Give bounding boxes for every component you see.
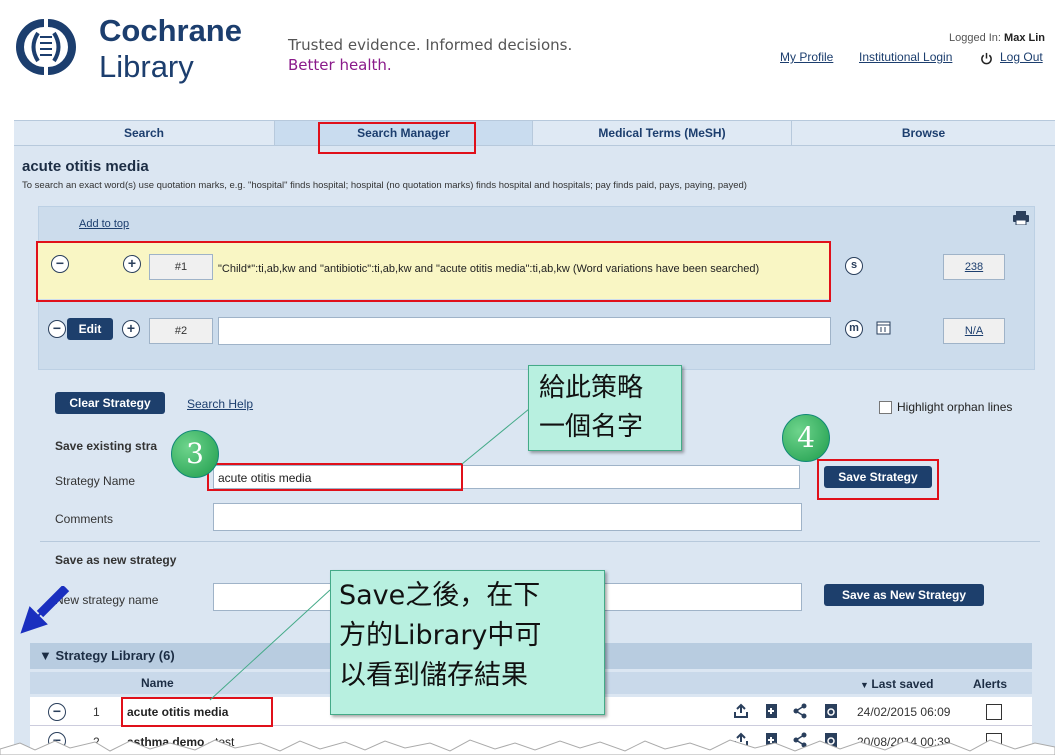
add-to-top-link[interactable]: Add to top	[79, 218, 129, 230]
run-icon[interactable]	[823, 703, 839, 719]
export-icon[interactable]	[733, 703, 749, 719]
comments-input[interactable]	[213, 503, 802, 531]
tagline: Trusted evidence. Informed decisions.	[288, 36, 573, 54]
edit-line-button[interactable]: Edit	[67, 318, 113, 340]
section-divider	[40, 541, 1040, 542]
column-last-saved-label: Last saved	[871, 677, 934, 691]
institutional-login-link[interactable]: Institutional Login	[859, 50, 952, 64]
callout-name-strategy: 給此策略 一個名字	[528, 365, 682, 451]
strategy-library-title[interactable]: ▼ Strategy Library (6)	[39, 648, 175, 663]
brand-name: Cochrane	[99, 13, 242, 48]
save-new-heading: Save as new strategy	[55, 553, 177, 567]
highlight-save-strategy	[817, 459, 939, 500]
callout-save-result: Save之後，在下 方的Library中可 以看到儲存結果	[330, 570, 605, 715]
tagline-secondary: Better health.	[288, 56, 392, 74]
last-saved-date: 24/02/2015 06:09	[857, 705, 951, 719]
insert-line-button[interactable]: +	[122, 320, 140, 338]
power-icon[interactable]	[980, 52, 993, 65]
line-number: #2	[149, 318, 213, 344]
highlight-orphan-checkbox[interactable]	[879, 401, 892, 414]
highlight-search-manager-tab	[318, 122, 476, 154]
save-as-new-strategy-button[interactable]: Save as New Strategy	[824, 584, 984, 606]
share-icon[interactable]	[792, 703, 808, 719]
blue-arrow-icon	[20, 586, 70, 634]
alert-checkbox[interactable]	[986, 704, 1002, 720]
query-title: acute otitis media	[22, 158, 149, 175]
save-existing-heading: Save existing stra	[55, 439, 158, 453]
highlight-search-line	[36, 241, 831, 302]
column-name[interactable]: Name	[141, 676, 174, 690]
search-help-link[interactable]: Search Help	[187, 397, 253, 411]
line-query-input[interactable]	[218, 317, 831, 345]
highlight-orphan-label: Highlight orphan lines	[897, 400, 1013, 414]
comments-label: Comments	[55, 512, 114, 526]
delete-strategy-button[interactable]: −	[48, 703, 66, 721]
new-strategy-name-label: New strategy name	[55, 593, 159, 607]
highlight-strategy-name	[207, 463, 463, 491]
remove-line-button[interactable]: −	[48, 320, 66, 338]
column-last-saved[interactable]: ▼ Last saved	[860, 677, 933, 691]
column-alerts: Alerts	[973, 677, 1008, 691]
collapse-triangle-icon: ▼	[39, 648, 56, 663]
tab-browse[interactable]: Browse	[792, 121, 1055, 145]
torn-edge	[0, 739, 1055, 755]
sort-down-icon: ▼	[860, 680, 872, 690]
step-4-badge: 4	[782, 414, 830, 462]
logged-in-user: Max Lin	[1004, 32, 1045, 44]
log-out-link[interactable]: Log Out	[1000, 50, 1043, 64]
tab-medical-terms[interactable]: Medical Terms (MeSH)	[533, 121, 792, 145]
step-3-badge: 3	[171, 430, 219, 478]
query-hint: To search an exact word(s) use quotation…	[22, 180, 747, 191]
copy-icon[interactable]	[763, 703, 779, 719]
search-limits-icon[interactable]: s	[845, 257, 863, 275]
mesh-icon[interactable]: m	[845, 320, 863, 338]
line-result-count[interactable]: N/A	[943, 318, 1005, 344]
logged-in-prefix: Logged In:	[948, 32, 1001, 44]
logged-in-status: Logged In: Max Lin	[949, 32, 1045, 44]
clear-strategy-button[interactable]: Clear Strategy	[55, 392, 165, 414]
highlight-saved-strategy	[121, 697, 273, 727]
calendar-icon[interactable]	[876, 320, 892, 336]
main-tabs: Search Search Manager Medical Terms (MeS…	[14, 120, 1055, 146]
strategy-library-label: Strategy Library (6)	[55, 648, 175, 663]
row-number: 1	[93, 705, 100, 719]
line-result-count[interactable]: 238	[943, 254, 1005, 280]
print-icon[interactable]	[1013, 211, 1029, 225]
brand-subname: Library	[99, 49, 194, 84]
my-profile-link[interactable]: My Profile	[780, 50, 833, 64]
cochrane-logo-icon	[16, 19, 76, 75]
strategy-name-label: Strategy Name	[55, 474, 136, 488]
tab-search[interactable]: Search	[14, 121, 275, 145]
